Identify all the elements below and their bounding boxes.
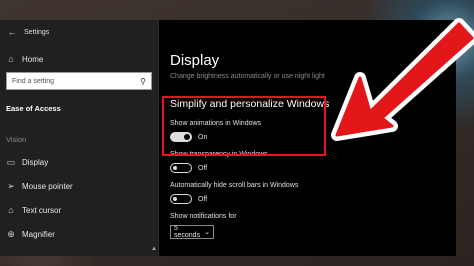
red-arrow-icon	[331, 18, 474, 141]
